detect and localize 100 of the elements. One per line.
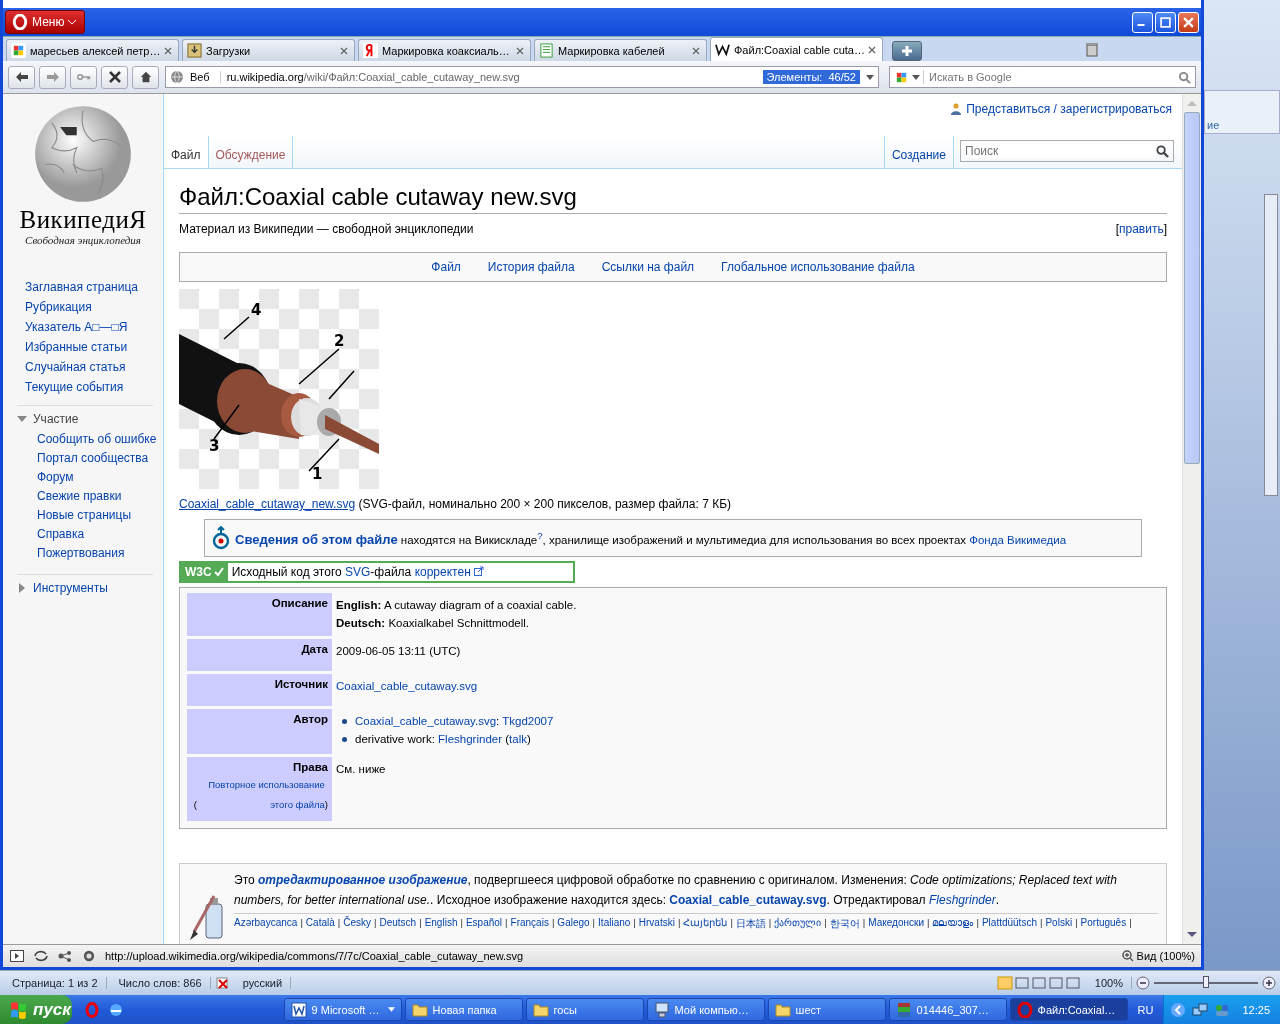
zoom-slider-thumb[interactable] (1203, 976, 1209, 988)
language-link[interactable]: Plattdüütsch (981, 917, 1037, 931)
browser-tab[interactable]: Файл:Coaxial cable cuta… (710, 37, 883, 61)
link[interactable]: Coaxial_cable_cutaway.svg (669, 893, 827, 907)
sidebar-section-toggle[interactable]: Инструменты (17, 581, 153, 595)
search-bar[interactable]: Искать в Google (889, 66, 1196, 88)
minimize-button[interactable] (1132, 11, 1153, 33)
maximize-button[interactable] (1155, 11, 1176, 33)
close-button[interactable] (1178, 11, 1199, 33)
login-link[interactable]: Представиться / зарегистрироваться (966, 102, 1172, 116)
browser-tab[interactable]: маресьев алексей петр… (6, 39, 179, 61)
network-icon[interactable] (1192, 1001, 1209, 1018)
language-link[interactable]: Deutsch (379, 917, 417, 931)
browser-tab[interactable]: Загрузки (182, 39, 355, 61)
zoom-out-icon[interactable] (1136, 976, 1150, 990)
address-field[interactable]: Веб ru.wikipedia.org/wiki/Файл:Coaxial_cable_cutaway_new.svg Элементы: 46/52 (165, 66, 879, 88)
language-link[interactable]: English (424, 917, 458, 931)
panel-toggle-icon[interactable] (9, 950, 25, 962)
language-link[interactable]: Hrvatski (638, 917, 675, 931)
link[interactable]: SVG (345, 565, 371, 579)
taskbar-button[interactable]: шест (767, 998, 886, 1021)
zoom-button[interactable]: Вид (100%) (1121, 950, 1195, 962)
stop-button[interactable] (101, 65, 128, 89)
language-link[interactable]: Македонски (868, 917, 924, 931)
sidebar-link[interactable]: Заглавная страница (25, 280, 163, 295)
link[interactable]: Повторное использование этого файла (196, 775, 325, 815)
language-indicator[interactable]: русский (234, 977, 292, 989)
language-link[interactable]: 한국어 (829, 917, 860, 931)
sidebar-section-toggle[interactable]: Участие (17, 412, 153, 426)
external-link[interactable]: корректен (414, 565, 485, 579)
taskbar-button[interactable]: Новая папка (404, 998, 523, 1021)
word-scrollbar[interactable] (1264, 194, 1278, 496)
language-link[interactable]: ქართული (774, 917, 822, 931)
sync-icon[interactable] (33, 950, 49, 962)
link[interactable]: править (1119, 222, 1164, 236)
language-link[interactable]: Français (510, 917, 549, 931)
file-nav-link[interactable]: Ссылки на файл (601, 260, 695, 274)
browser-tab[interactable]: Маркировка кабелей (534, 39, 707, 61)
file-nav-link[interactable]: История файла (487, 260, 575, 274)
language-link[interactable]: Português (1080, 917, 1127, 931)
close-tab-icon[interactable] (868, 45, 876, 54)
link[interactable]: talk (509, 733, 527, 745)
sidebar-link[interactable]: Портал сообщества (37, 451, 157, 465)
chevron-icon[interactable] (1170, 1001, 1187, 1018)
scroll-down-icon[interactable] (1187, 932, 1197, 938)
language-link[interactable]: Česky (343, 917, 371, 931)
file-nav-link[interactable]: Глобальное использование файла (721, 260, 915, 274)
page-tab[interactable]: Файл (164, 136, 209, 168)
sidebar-link[interactable]: Новые страницы (37, 508, 157, 522)
taskbar-button[interactable]: госы (525, 998, 644, 1021)
dropdown-arrow-icon[interactable] (912, 74, 920, 80)
sidebar-link[interactable]: Сообщить об ошибке (37, 432, 157, 446)
close-tab-icon[interactable] (340, 46, 348, 55)
link[interactable]: Сведения об этом файле (235, 531, 398, 547)
link[interactable]: Coaxial_cable_cutaway_new.svg (179, 497, 356, 511)
browser-tab[interactable]: Маркировка коаксиаль… (358, 39, 531, 61)
vertical-scrollbar[interactable] (1182, 94, 1201, 944)
close-tab-icon[interactable] (164, 46, 172, 55)
sidebar-link[interactable]: Текущие события (25, 380, 163, 395)
search-field[interactable]: Поиск (960, 140, 1174, 162)
coaxial-cable-diagram[interactable]: 1 2 3 4 (179, 289, 379, 489)
language-link[interactable]: Català (305, 917, 335, 931)
language-link[interactable]: Azərbaycanca (234, 917, 298, 931)
link[interactable]: ? (537, 529, 543, 541)
menu-button[interactable]: Меню (5, 10, 86, 34)
input-language[interactable]: RU (1127, 1003, 1164, 1016)
sidebar-link[interactable]: Рубрикация (25, 300, 163, 315)
scrollbar-thumb[interactable] (1184, 112, 1200, 464)
close-tab-icon[interactable] (516, 46, 524, 55)
dropdown-arrow-icon[interactable] (387, 1007, 395, 1012)
spellcheck-icon[interactable] (214, 976, 231, 990)
sidebar-link[interactable]: Справка (37, 527, 157, 541)
sidebar-link[interactable]: Указатель А□—□Я (25, 320, 163, 335)
zoom-slider[interactable] (1136, 976, 1276, 990)
sidebar-link[interactable]: Свежие правки (37, 489, 157, 503)
new-tab-button[interactable] (892, 41, 922, 61)
taskbar-button[interactable]: Мой компью… (646, 998, 765, 1021)
link[interactable]: Tkgd2007 (502, 715, 554, 727)
start-button[interactable]: пуск (0, 995, 72, 1024)
language-link[interactable]: Polski (1045, 917, 1073, 931)
close-tab-icon[interactable] (692, 46, 700, 55)
link[interactable]: Fleshgrinder (438, 733, 502, 745)
zoom-in-icon[interactable] (1262, 976, 1276, 990)
link[interactable]: Фонда Викимедиа (969, 533, 1067, 546)
network-icon[interactable] (57, 950, 73, 962)
link[interactable]: Coaxial_cable_cutaway.svg (336, 680, 478, 692)
page-tab[interactable]: Обсуждение (208, 136, 294, 168)
back-button[interactable] (8, 65, 35, 89)
sidebar-link[interactable]: Форум (37, 470, 157, 484)
file-nav-link[interactable]: Файл (431, 260, 461, 274)
language-link[interactable]: Italiano (598, 917, 631, 931)
home-button[interactable] (132, 65, 159, 89)
taskbar-button[interactable]: 014446_307… (888, 998, 1007, 1021)
link[interactable]: Fleshgrinder (928, 893, 996, 907)
dropdown-arrow-icon[interactable] (866, 74, 874, 80)
create-tab[interactable]: Создание (883, 136, 954, 168)
search-icon[interactable] (1156, 144, 1169, 158)
language-link[interactable]: Galego (557, 917, 590, 931)
sidebar-link[interactable]: Пожертвования (37, 546, 157, 560)
language-link[interactable]: 日本語 (735, 917, 766, 931)
